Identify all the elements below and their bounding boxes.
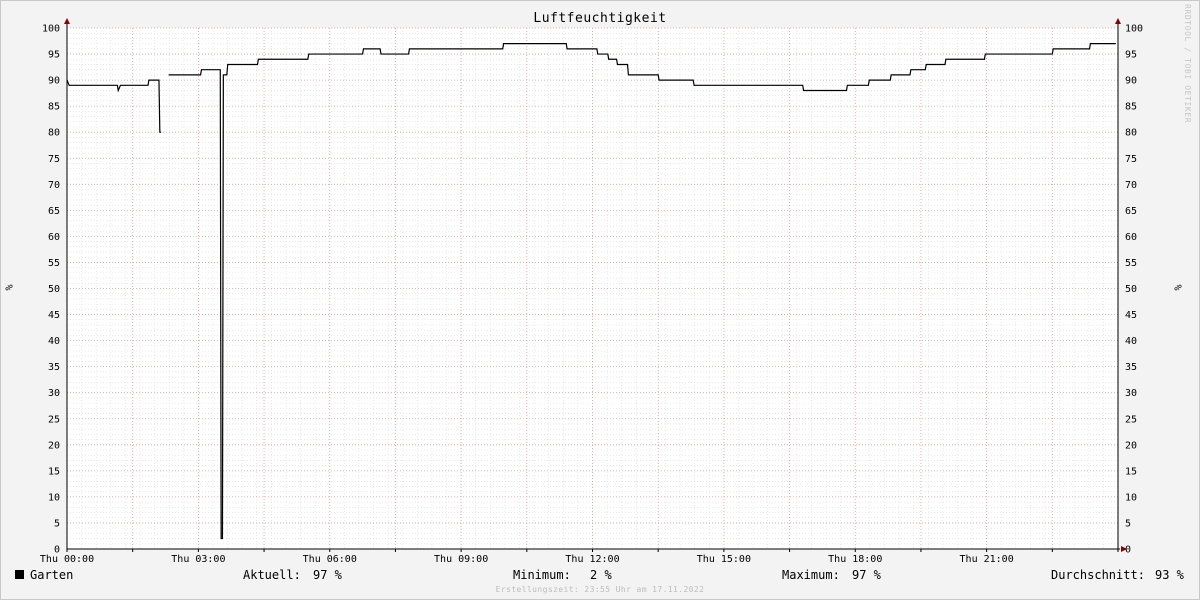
y-tick-label-right: 75 bbox=[1125, 154, 1137, 165]
y-tick-label-left: 10 bbox=[48, 492, 60, 503]
y-tick-label-right: 85 bbox=[1125, 102, 1137, 113]
y-tick-label-right: 50 bbox=[1125, 284, 1137, 295]
y-tick-label-right: 25 bbox=[1125, 414, 1137, 425]
y-tick-label-left: 70 bbox=[48, 180, 60, 191]
y-tick-label-right: 20 bbox=[1125, 440, 1137, 451]
stat-min-value: 2 % bbox=[590, 568, 612, 582]
y-tick-label-left: 75 bbox=[48, 154, 60, 165]
y-tick-label-right: 0 bbox=[1125, 545, 1131, 556]
stat-avg-label: Durchschnitt: bbox=[1051, 568, 1145, 582]
stat-max-label: Maximum: bbox=[782, 568, 840, 582]
y-tick-label-right: 45 bbox=[1125, 310, 1137, 321]
y-axis-label-right: % bbox=[1171, 284, 1183, 291]
y-tick-label-left: 40 bbox=[48, 336, 60, 347]
y-tick-label-right: 60 bbox=[1125, 232, 1137, 243]
x-tick-label: Thu 18:00 bbox=[828, 554, 882, 565]
stat-current-label: Aktuell: bbox=[243, 568, 301, 582]
y-tick-label-left: 65 bbox=[48, 206, 60, 217]
y-tick-label-right: 100 bbox=[1125, 24, 1143, 35]
y-axis-arrow-left bbox=[64, 18, 70, 24]
x-tick-labels: Thu 00:00 Thu 03:00 Thu 06:00 Thu 09:00 Thu … bbox=[40, 554, 1014, 565]
y-tick-label-right: 95 bbox=[1125, 50, 1137, 61]
x-tick-label: Thu 15:00 bbox=[697, 554, 751, 565]
y-tick-label-left: 25 bbox=[48, 414, 60, 425]
stat-avg-value: 93 % bbox=[1155, 568, 1184, 582]
chart-canvas: 0 05 510 1015 1520 2025 2530 3035 3540 4045 4550 50… bbox=[40, 18, 1143, 565]
y-tick-label-left: 30 bbox=[48, 388, 60, 399]
y-tick-label-left: 15 bbox=[48, 466, 60, 477]
y-tick-label-left: 95 bbox=[48, 50, 60, 61]
y-tick-label-left: 90 bbox=[48, 76, 60, 87]
y-tick-label-left: 60 bbox=[48, 232, 60, 243]
stat-min-label: Minimum: bbox=[513, 568, 571, 582]
x-tick-label: Thu 00:00 bbox=[40, 554, 94, 565]
y-tick-label-right: 55 bbox=[1125, 258, 1137, 269]
y-tick-label-right: 40 bbox=[1125, 336, 1137, 347]
creation-time-footer: Erstellungszeit: 23:55 Uhr am 17.11.2022 bbox=[495, 585, 705, 594]
x-tick-label: Thu 03:00 bbox=[171, 554, 225, 565]
y-tick-label-right: 70 bbox=[1125, 180, 1137, 191]
stat-current-value: 97 % bbox=[313, 568, 342, 582]
y-tick-label-right: 65 bbox=[1125, 206, 1137, 217]
y-tick-label-right: 30 bbox=[1125, 388, 1137, 399]
y-tick-label-left: 45 bbox=[48, 310, 60, 321]
y-tick-label-left: 20 bbox=[48, 440, 60, 451]
stat-max-value: 97 % bbox=[852, 568, 881, 582]
y-tick-label-left: 80 bbox=[48, 128, 60, 139]
y-tick-label-left: 55 bbox=[48, 258, 60, 269]
y-tick-label-right: 15 bbox=[1125, 466, 1137, 477]
y-tick-label-right: 5 bbox=[1125, 518, 1131, 529]
y-tick-label-left: 35 bbox=[48, 362, 60, 373]
y-tick-label-right: 10 bbox=[1125, 492, 1137, 503]
y-tick-label-left: 50 bbox=[48, 284, 60, 295]
y-axis-arrow-right bbox=[1115, 18, 1121, 24]
x-tick-label: Thu 21:00 bbox=[960, 554, 1014, 565]
x-tick-label: Thu 06:00 bbox=[303, 554, 357, 565]
y-tick-label-right: 80 bbox=[1125, 128, 1137, 139]
x-tick-label: Thu 12:00 bbox=[565, 554, 619, 565]
y-tick-label-right: 90 bbox=[1125, 76, 1137, 87]
x-tick-label: Thu 09:00 bbox=[434, 554, 488, 565]
y-tick-label-left: 85 bbox=[48, 102, 60, 113]
y-tick-label-left: 5 bbox=[54, 518, 60, 529]
legend-series-name: Garten bbox=[30, 568, 74, 582]
y-tick-label-left: 100 bbox=[42, 24, 60, 35]
y-tick-label-right: 35 bbox=[1125, 362, 1137, 373]
legend-swatch-garten bbox=[15, 570, 24, 579]
y-axis-label-left: % bbox=[2, 284, 14, 291]
rrdtool-watermark: RRDTOOL / TOBI OETIKER bbox=[1183, 4, 1192, 124]
